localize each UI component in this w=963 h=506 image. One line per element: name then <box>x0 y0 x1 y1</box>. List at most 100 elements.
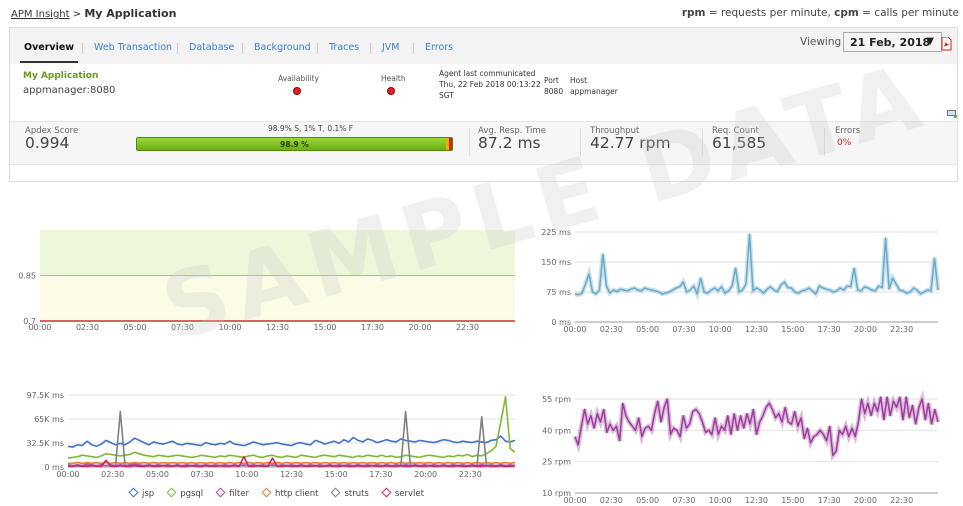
units-legend: rpm = requests per minute, cpm = calls p… <box>682 7 959 19</box>
x-tick-label: 20:00 <box>854 496 877 505</box>
agent-label: Agent last communicated <box>439 69 536 78</box>
x-tick-label: 15:00 <box>325 470 348 479</box>
x-tick-label: 10:00 <box>709 496 732 505</box>
tab-overview[interactable]: Overview <box>19 42 79 63</box>
component-legend: jsp pgsql filter http client struts servlet <box>128 487 438 499</box>
x-tick-label: 10:00 <box>709 325 732 334</box>
breadcrumb-separator: > <box>72 9 82 20</box>
y-tick-label: 75 ms <box>546 288 571 297</box>
breadcrumb-root-link[interactable]: APM Insight <box>11 9 70 20</box>
legend-marker-icon <box>331 487 341 498</box>
x-tick-label: 10:00 <box>235 470 258 479</box>
tab-background[interactable]: Background <box>254 42 311 53</box>
stat-divider <box>824 128 825 156</box>
tab-divider <box>82 43 83 54</box>
y-tick-label: 225 ms <box>541 228 571 237</box>
overview-panel: Overview Web Transaction Database Backgr… <box>9 27 958 182</box>
legend-marker-icon <box>261 487 272 498</box>
x-tick-label: 15:00 <box>313 323 336 332</box>
agent-time: Thu, 22 Feb 2018 00:13:22 <box>439 80 541 89</box>
req-count-value: 61,585 <box>712 134 767 152</box>
pdf-export-icon[interactable] <box>941 37 952 51</box>
x-tick-label: 12:30 <box>266 323 289 332</box>
x-tick-label: 05:00 <box>636 496 659 505</box>
x-tick-label: 22:30 <box>890 496 913 505</box>
host-value: appmanager <box>570 87 618 96</box>
y-tick-label: 40 rpm <box>542 426 571 435</box>
errors-label: Errors <box>835 126 861 136</box>
y-tick-label: 0.85 <box>18 272 36 281</box>
legend-marker-icon <box>381 487 392 498</box>
tab-database[interactable]: Database <box>189 42 234 53</box>
x-tick-label: 05:00 <box>146 470 169 479</box>
x-tick-label: 07:30 <box>171 323 194 332</box>
x-tick-label: 17:30 <box>818 496 841 505</box>
x-tick-label: 22:30 <box>459 470 482 479</box>
x-tick-label: 00:00 <box>563 496 586 505</box>
tab-traces[interactable]: Traces <box>329 42 359 53</box>
agent-timezone: SGT <box>439 91 454 100</box>
x-tick-label: 20:00 <box>414 470 437 479</box>
legend-marker-icon <box>215 487 226 498</box>
x-tick-label: 05:00 <box>636 325 659 334</box>
x-tick-label: 00:00 <box>28 323 51 332</box>
x-tick-label: 00:00 <box>563 325 586 334</box>
tab-divider <box>370 43 371 54</box>
tab-divider <box>317 43 318 54</box>
throughput-value: 42.77 rpm <box>590 134 671 152</box>
pgsql-line <box>67 396 516 459</box>
app-name[interactable]: My Application <box>23 71 98 81</box>
tab-jvm[interactable]: JVM <box>382 42 400 53</box>
y-tick-label: 25 rpm <box>542 458 571 467</box>
resp-time-value: 87.2 ms <box>478 134 541 152</box>
breadcrumb-current: My Application <box>84 7 177 20</box>
host-label: Host <box>570 76 588 85</box>
x-tick-label: 02:30 <box>600 496 623 505</box>
stat-divider <box>702 128 703 156</box>
port-value: 8080 <box>544 87 564 96</box>
apdex-chart: 0.7 0.85 00:00 02:30 05:00 07:30 10:00 12:30 15:… <box>0 222 520 347</box>
x-tick-label: 02:30 <box>600 325 623 334</box>
legend-label: servlet <box>394 489 424 499</box>
y-tick-label: 55 rpm <box>542 395 571 404</box>
y-tick-label: 150 ms <box>541 258 571 267</box>
x-tick-label: 07:30 <box>672 325 695 334</box>
tab-errors[interactable]: Errors <box>425 42 453 53</box>
health-header: Health <box>381 74 406 83</box>
availability-down-icon <box>293 87 301 95</box>
tab-bar: Overview Web Transaction Database Backgr… <box>10 28 957 64</box>
legend-marker-icon <box>128 487 139 498</box>
tab-web-transaction[interactable]: Web Transaction <box>94 42 172 53</box>
date-select[interactable]: 21 Feb, 2018 ▼ <box>843 32 942 52</box>
apdex-breakdown: 98.9% S, 1% T, 0.1% F <box>268 124 354 133</box>
cpm-key: cpm <box>834 7 859 19</box>
stat-divider <box>469 128 470 156</box>
x-tick-label: 17:30 <box>818 325 841 334</box>
legend-item-servlet[interactable]: servlet <box>381 487 424 499</box>
rpm-desc: = requests per minute, <box>708 7 831 19</box>
port-label: Port <box>544 76 559 85</box>
tab-divider <box>242 43 243 54</box>
monitor-icon[interactable] <box>947 110 957 118</box>
tab-divider <box>177 43 178 54</box>
chevron-down-icon: ▼ <box>926 36 934 47</box>
legend-label: jsp <box>142 489 155 499</box>
errors-value: 0% <box>837 138 852 148</box>
legend-label: filter <box>229 489 249 499</box>
satisfied-band <box>40 230 515 276</box>
legend-item-filter[interactable]: filter <box>215 487 249 499</box>
legend-item-pgsql[interactable]: pgsql <box>166 487 203 499</box>
x-tick-label: 12:30 <box>745 325 768 334</box>
x-tick-label: 07:30 <box>191 470 214 479</box>
y-tick-label: 97.5K ms <box>26 391 64 400</box>
legend-label: http client <box>274 489 319 499</box>
legend-item-jsp[interactable]: jsp <box>128 487 155 499</box>
x-tick-label: 02:30 <box>76 323 99 332</box>
legend-item-http-client[interactable]: http client <box>261 487 319 499</box>
throughput-chart: 10 rpm 25 rpm 40 rpm 55 rpm 00:00 02:30 05:00 0… <box>520 388 963 506</box>
http-client-line <box>68 461 516 465</box>
x-tick-label: 07:30 <box>672 496 695 505</box>
x-tick-label: 12:30 <box>280 470 303 479</box>
legend-label: struts <box>344 489 369 499</box>
legend-item-struts[interactable]: struts <box>331 487 369 499</box>
